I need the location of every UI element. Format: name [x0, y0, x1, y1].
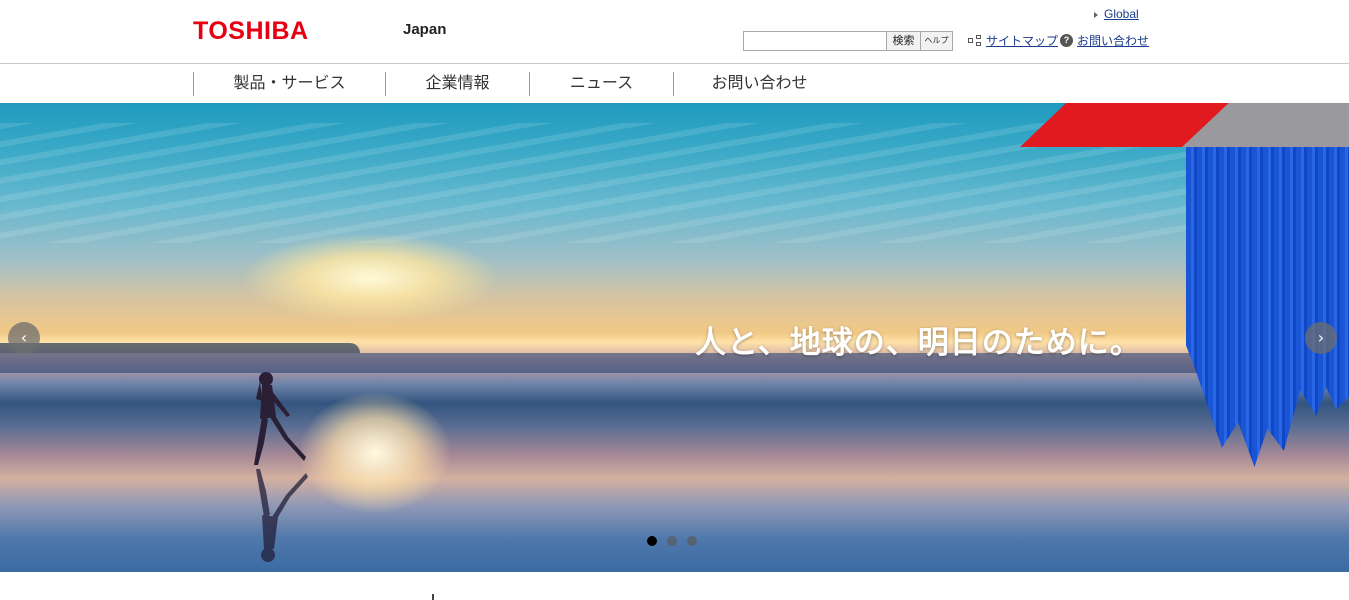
toshiba-logo[interactable]: TOSHIBA [193, 18, 309, 44]
main-nav: 製品・サービス 企業情報 ニュース お問い合わせ [0, 63, 1349, 103]
nav-item-news[interactable]: ニュース [529, 72, 673, 96]
search-button[interactable]: 検索 [886, 31, 921, 51]
nav-item-products[interactable]: 製品・サービス [193, 72, 385, 96]
contact-link-label: お問い合わせ [1077, 34, 1150, 48]
carousel-indicators [647, 536, 697, 546]
carousel-dot-1[interactable] [647, 536, 657, 546]
carousel-next-button[interactable]: › [1305, 322, 1337, 354]
chevron-right-icon: › [1317, 328, 1325, 347]
sitemap-link[interactable]: サイトマップ [968, 32, 1058, 49]
triangle-right-icon [1094, 11, 1098, 18]
headland [0, 343, 360, 353]
hero-tagline: 人と、地球の、明日のために。 [695, 325, 1142, 361]
nav-item-contact[interactable]: お問い合わせ [673, 72, 845, 96]
region-label: Japan [403, 21, 447, 38]
global-link-label: Global [1104, 7, 1139, 21]
content-marker [432, 594, 434, 600]
chevron-left-icon: ‹ [20, 328, 28, 347]
sea-horizon [0, 353, 1349, 373]
question-icon: ? [1060, 34, 1073, 47]
carousel-dot-2[interactable] [667, 536, 677, 546]
help-button[interactable]: ヘルプ [920, 31, 953, 51]
brand-accent-blue [1186, 147, 1349, 467]
nav-item-company[interactable]: 企業情報 [385, 72, 529, 96]
girl-silhouette [254, 372, 306, 465]
carousel-dot-3[interactable] [687, 536, 697, 546]
site-header: TOSHIBA Japan Global 検索 ヘルプ サイトマップ ? お問い… [0, 0, 1349, 64]
sitemap-icon [968, 34, 982, 47]
sun-glow [240, 233, 500, 323]
global-link[interactable]: Global [1094, 7, 1139, 21]
content-area [0, 572, 1349, 600]
hero-carousel[interactable]: 人と、地球の、明日のために。 ‹ › [0, 103, 1349, 572]
sitemap-link-label: サイトマップ [986, 34, 1059, 48]
sun-reflection [300, 393, 450, 513]
contact-link[interactable]: ? お問い合わせ [1060, 32, 1149, 49]
search-input[interactable] [743, 31, 887, 51]
carousel-prev-button[interactable]: ‹ [8, 322, 40, 354]
girl-reflection [256, 469, 308, 562]
